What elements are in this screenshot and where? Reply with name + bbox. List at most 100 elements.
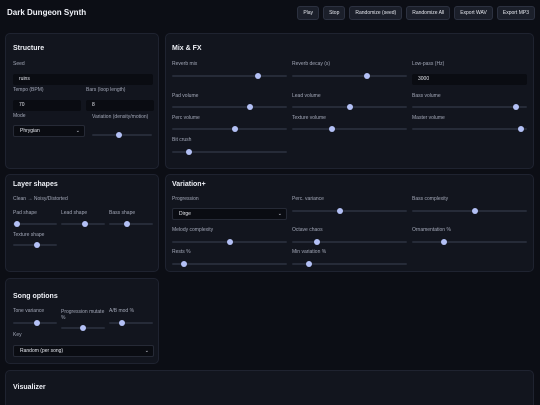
chevron-down-icon: ⌄ [75,128,80,134]
lead-volume-slider[interactable] [292,104,407,110]
chevron-down-icon: ⌄ [277,211,282,217]
slider-thumb[interactable] [472,208,479,214]
slider-thumb[interactable] [119,320,126,326]
mix-fx-panel: Mix & FX Reverb mix Reverb decay (s) Low… [165,33,534,169]
perc-variance-slider[interactable] [292,208,407,214]
lead-shape-slider[interactable] [61,221,105,227]
texture-volume-slider[interactable] [292,126,407,132]
pad-volume-slider[interactable] [172,104,287,110]
slider-track [292,241,407,243]
melody-complexity-slider[interactable] [172,239,287,245]
slider-track [412,241,527,243]
slider-track [292,128,407,130]
progression-label: Progression [172,196,199,202]
randomize-all-button[interactable]: Randomize All [406,6,451,20]
slider-thumb[interactable] [34,242,41,248]
slider-thumb[interactable] [337,208,344,214]
lowpass-label: Low-pass (Hz) [412,61,445,67]
slider-thumb[interactable] [247,104,254,110]
mode-select[interactable]: Phrygian ⌄ [13,125,85,137]
structure-panel: Structure Seed ruins Tempo (BPM) Bars (l… [5,33,159,169]
ornamentation-slider[interactable] [412,239,527,245]
bars-input[interactable]: 8 [86,100,154,111]
key-select[interactable]: Random (per song) ⌄ [13,345,154,357]
export-mp3-button[interactable]: Export MP3 [496,6,535,20]
slider-thumb[interactable] [14,221,21,227]
octave-chaos-slider[interactable] [292,239,407,245]
slider-thumb[interactable] [123,221,130,227]
perc-variance-label: Perc. variance [292,196,324,202]
mix-fx-title: Mix & FX [172,45,202,52]
rests-slider[interactable] [172,261,287,267]
bass-shape-label: Bass shape [109,210,136,216]
slider-thumb[interactable] [226,239,233,245]
mode-label: Mode [13,113,26,119]
slider-track [109,322,153,324]
slider-thumb[interactable] [329,126,336,132]
perc-volume-slider[interactable] [172,126,287,132]
progression-mutate-label: Progression mutate % [61,309,105,321]
bass-shape-slider[interactable] [109,221,153,227]
visualizer-title: Visualizer [13,384,46,391]
progression-mutate-slider[interactable] [61,325,105,331]
ab-mod-label: A/B mod % [109,308,135,314]
key-value: Random (per song) [20,348,64,354]
slider-track [412,106,527,108]
slider-thumb[interactable] [80,325,86,331]
slider-track [172,106,287,108]
slider-thumb[interactable] [518,126,525,132]
bitcrush-label: Bit crush [172,137,192,143]
play-button[interactable]: Play [297,6,320,20]
slider-track [172,75,287,77]
slider-thumb[interactable] [363,73,370,79]
slider-thumb[interactable] [441,239,448,245]
reverb-mix-slider[interactable] [172,73,287,79]
export-wav-button[interactable]: Export WAV [454,6,493,20]
randomize-seed-button[interactable]: Randomize (seed) [349,6,403,20]
variation-slider[interactable] [92,132,152,138]
slider-thumb[interactable] [34,320,41,326]
slider-thumb[interactable] [512,104,519,110]
octave-chaos-label: Octave chaos [292,227,323,233]
lowpass-input[interactable]: 3000 [412,74,527,85]
min-variation-slider[interactable] [292,261,407,267]
bass-volume-slider[interactable] [412,104,527,110]
bass-complexity-slider[interactable] [412,208,527,214]
bass-complexity-label: Bass complexity [412,196,449,202]
pad-shape-slider[interactable] [13,221,57,227]
visualizer-panel: Visualizer [5,370,534,405]
app-title: Dark Dungeon Synth [7,8,87,17]
reverb-decay-label: Reverb decay (s) [292,61,331,67]
slider-thumb[interactable] [314,239,321,245]
slider-thumb[interactable] [180,261,187,267]
texture-shape-slider[interactable] [13,242,57,248]
reverb-decay-slider[interactable] [292,73,407,79]
slider-thumb[interactable] [232,126,239,132]
seed-input[interactable]: ruins [13,74,153,85]
slider-thumb[interactable] [186,149,193,155]
variation-label: Variation (density/motion) [92,114,149,120]
slider-thumb[interactable] [306,261,313,267]
perc-volume-label: Perc volume [172,115,200,121]
tempo-input[interactable]: 70 [13,100,81,111]
key-label: Key [13,332,22,338]
tone-variance-slider[interactable] [13,320,57,326]
layer-shapes-title: Layer shapes [13,181,58,188]
song-options-panel: Song options Tone variance Progression m… [5,278,159,364]
progression-value: Dirge [179,211,191,217]
slider-thumb[interactable] [255,73,262,79]
ab-mod-slider[interactable] [109,320,153,326]
master-volume-slider[interactable] [412,126,527,132]
slider-thumb[interactable] [116,132,122,138]
layer-shapes-subtitle: Clean → Noisy/Distorted [13,196,68,202]
slider-track [292,210,407,212]
slider-thumb[interactable] [346,104,353,110]
pad-shape-label: Pad shape [13,210,37,216]
rests-label: Rests % [172,249,191,255]
stop-button[interactable]: Stop [323,6,346,20]
bitcrush-slider[interactable] [172,149,287,155]
slider-track [109,223,153,225]
slider-track [292,75,407,77]
progression-select[interactable]: Dirge ⌄ [172,208,287,220]
slider-thumb[interactable] [82,221,89,227]
